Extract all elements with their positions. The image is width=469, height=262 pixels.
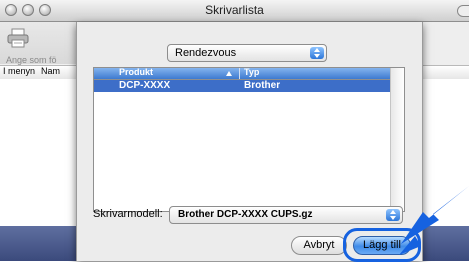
connection-type-value: Rendezvous <box>175 47 237 59</box>
pointer-arrow-icon <box>399 186 469 255</box>
column-name[interactable]: Nam <box>41 66 60 76</box>
column-in-menu[interactable]: I menyn <box>3 66 35 76</box>
table-row[interactable]: DCP-XXXX Brother <box>94 80 392 92</box>
toolbar-toggle-button[interactable] <box>457 5 469 17</box>
printer-icon[interactable] <box>6 28 30 48</box>
column-type[interactable]: Typ <box>244 67 259 77</box>
sort-ascending-icon <box>226 71 232 76</box>
list-header-right <box>420 65 469 80</box>
printer-table[interactable]: Produkt Typ DCP-XXXX Brother <box>93 67 405 212</box>
popup-arrows-icon <box>310 47 324 59</box>
printer-table-header: Produkt Typ <box>94 67 392 80</box>
printer-product-cell: DCP-XXXX <box>119 80 171 91</box>
cancel-button[interactable]: Avbryt <box>291 236 347 255</box>
add-printer-sheet: Rendezvous Produkt Typ DCP-XXXX Brother … <box>76 22 423 262</box>
connection-type-popup[interactable]: Rendezvous <box>167 44 327 62</box>
column-divider <box>239 68 240 79</box>
window-titlebar: Skrivarlista <box>0 0 469 22</box>
printer-model-label: Skrivarmodell: <box>93 208 163 220</box>
column-product[interactable]: Produkt <box>119 67 153 77</box>
window-title: Skrivarlista <box>205 3 264 17</box>
printer-model-value: Brother DCP-XXXX CUPS.gz <box>178 209 313 220</box>
printer-model-popup[interactable]: Brother DCP-XXXX CUPS.gz <box>169 206 403 224</box>
set-default-label[interactable]: Ange som fö <box>6 55 57 65</box>
printer-type-cell: Brother <box>244 80 281 91</box>
